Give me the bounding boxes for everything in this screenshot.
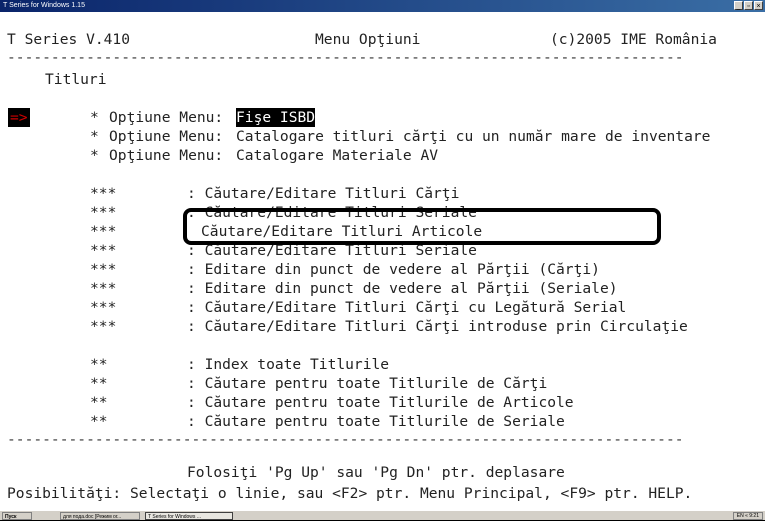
separator-top: ----------------------------------------… xyxy=(7,49,684,66)
close-button[interactable]: × xyxy=(754,1,763,10)
menu-title: Menu Opţiuni xyxy=(315,31,421,48)
menu-item-label[interactable]: : Căutare/Editare Titluri Cărţi introdus… xyxy=(187,317,688,336)
maximize-button[interactable]: ▫ xyxy=(744,1,753,10)
window-controls: _ ▫ × xyxy=(734,1,763,10)
window-title-bar[interactable]: T Series for Windows 1.15 _ ▫ × xyxy=(0,0,765,12)
cursor-arrow-icon: => xyxy=(8,108,30,127)
option-prefix: Opţiune Menu: xyxy=(109,128,224,145)
system-tray: EN « 9:21 xyxy=(732,512,763,520)
menu-item-label[interactable]: : Căutare/Editare Titluri Cărţi cu Legăt… xyxy=(187,298,626,317)
menu-marker: *** xyxy=(90,280,117,297)
menu-marker: *** xyxy=(90,223,117,240)
menu-marker: ** xyxy=(90,375,108,392)
option-bullet: * xyxy=(90,109,99,126)
option-value[interactable]: Catalogare Materiale AV xyxy=(236,146,438,165)
menu-marker: *** xyxy=(90,242,117,259)
option-bullet: * xyxy=(90,147,99,164)
menu-marker: ** xyxy=(90,413,108,430)
status-line: Posibilităţi: Selectaţi o linie, sau <F2… xyxy=(7,485,693,502)
menu-marker: *** xyxy=(90,299,117,316)
section-title: Titluri xyxy=(45,71,107,88)
menu-item-label[interactable]: : Căutare/Editare Titluri Cărţi xyxy=(187,184,459,203)
option-value-selected[interactable]: Fişe ISBD xyxy=(236,108,316,127)
app-version: T Series V.410 xyxy=(7,31,131,48)
option-value[interactable]: Catalogare titluri cărţi cu un număr mar… xyxy=(236,127,710,146)
highlight-annotation-box xyxy=(183,208,661,245)
footer-hint: Folosiţi 'Pg Up' sau 'Pg Dn' ptr. deplas… xyxy=(187,464,565,481)
menu-item-label[interactable]: : Căutare pentru toate Titlurile de Seri… xyxy=(187,412,565,431)
menu-marker: ** xyxy=(90,356,108,373)
menu-marker: *** xyxy=(90,318,117,335)
console-screen[interactable]: T Series V.410 Menu Opţiuni (c)2005 IME … xyxy=(0,12,765,510)
taskbar-item-document[interactable]: для пода.doc [Режим ог... xyxy=(60,512,140,520)
taskbar-item-tseries[interactable]: T Series for Windows ... xyxy=(145,512,233,520)
menu-item-label[interactable]: : Index toate Titlurile xyxy=(187,355,389,374)
menu-item-label[interactable]: : Editare din punct de vedere al Părţii … xyxy=(187,279,618,298)
taskbar: Пуск для пода.doc [Режим ог... T Series … xyxy=(0,510,765,520)
menu-item-label[interactable]: : Căutare pentru toate Titlurile de Cărţ… xyxy=(187,374,547,393)
menu-marker: *** xyxy=(90,185,117,202)
menu-marker: *** xyxy=(90,204,117,221)
option-prefix: Opţiune Menu: xyxy=(109,109,224,126)
option-bullet: * xyxy=(90,128,99,145)
option-prefix: Opţiune Menu: xyxy=(109,147,224,164)
copyright: (c)2005 IME România xyxy=(550,31,717,48)
start-button[interactable]: Пуск xyxy=(2,512,32,520)
menu-item-label[interactable]: : Căutare pentru toate Titlurile de Arti… xyxy=(187,393,574,412)
window-title: T Series for Windows 1.15 xyxy=(3,2,85,9)
menu-marker: *** xyxy=(90,261,117,278)
separator-bottom: ----------------------------------------… xyxy=(7,431,684,448)
menu-marker: ** xyxy=(90,394,108,411)
menu-item-label[interactable]: : Editare din punct de vedere al Părţii … xyxy=(187,260,600,279)
minimize-button[interactable]: _ xyxy=(734,1,743,10)
